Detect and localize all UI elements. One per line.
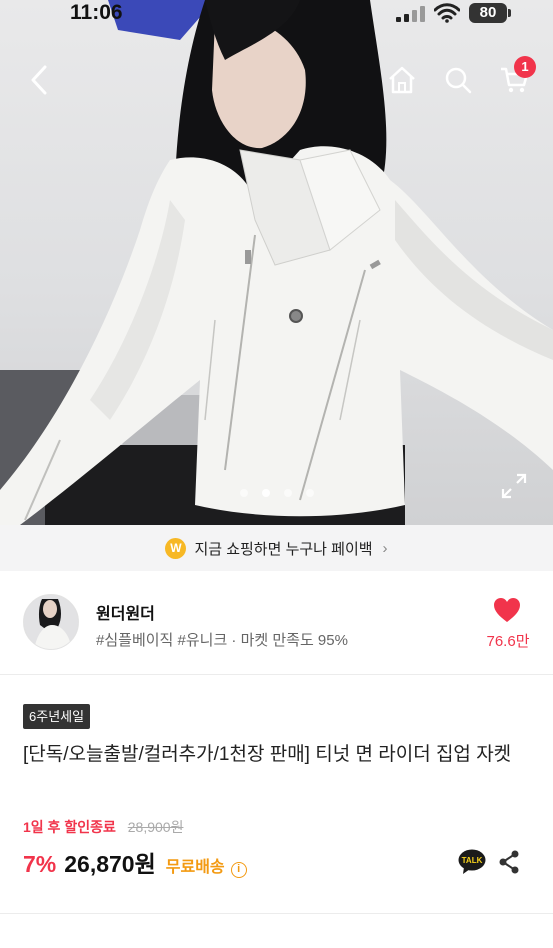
wifi-icon bbox=[434, 3, 460, 23]
section-divider bbox=[0, 913, 553, 914]
seller-avatar-image bbox=[24, 595, 78, 649]
info-icon[interactable]: i bbox=[230, 862, 247, 878]
search-icon bbox=[445, 67, 472, 94]
like-count: 76.6만 bbox=[486, 633, 530, 650]
chevron-right-icon: › bbox=[382, 539, 388, 557]
sale-end-text: 1일 후 할인종료 bbox=[23, 819, 116, 835]
seller-avatar[interactable] bbox=[23, 594, 79, 650]
carousel-dot[interactable] bbox=[283, 489, 292, 497]
seller-name[interactable]: 원더원더 bbox=[96, 600, 155, 624]
carousel-dot[interactable] bbox=[305, 489, 314, 497]
home-icon bbox=[389, 66, 415, 94]
payback-banner-text: 지금 쇼핑하면 누구나 페이백 bbox=[194, 540, 373, 558]
seller-tags: #심플베이직 #유니크 · 마켓 만족도 95% bbox=[96, 632, 348, 649]
payback-banner[interactable]: W 지금 쇼핑하면 누구나 페이백 › bbox=[0, 525, 553, 571]
carousel-dot-active[interactable] bbox=[261, 489, 270, 497]
carousel-indicator bbox=[0, 489, 553, 497]
sale-badge: 6주년세일 bbox=[23, 704, 91, 729]
product-image[interactable]: 11:06 80 1 bbox=[0, 0, 553, 525]
discount-percent: 7% bbox=[23, 851, 57, 877]
sale-price: 26,870원 bbox=[64, 851, 156, 877]
status-bar: 11:06 80 bbox=[0, 0, 553, 28]
kakao-talk-label: TALK bbox=[462, 856, 483, 865]
battery-cap bbox=[508, 9, 511, 17]
battery-indicator: 80 bbox=[469, 3, 507, 23]
heart-icon[interactable] bbox=[493, 597, 521, 623]
home-button[interactable] bbox=[382, 60, 422, 100]
product-title: [단독/오늘출발/컬러추가/1천장 판매] 티넛 면 라이더 집업 자켓 bbox=[23, 744, 512, 765]
kakao-talk-icon[interactable]: TALK bbox=[458, 849, 486, 875]
seller-row[interactable]: 원더원더 #심플베이직 #유니크 · 마켓 만족도 95% 76.6만 bbox=[0, 571, 553, 675]
share-icon[interactable] bbox=[496, 849, 522, 875]
discount-info: 1일 후 할인종료 28,900원 bbox=[23, 817, 183, 837]
coin-icon: W bbox=[165, 537, 187, 559]
fullscreen-icon[interactable] bbox=[500, 472, 528, 500]
cart-count-badge: 1 bbox=[514, 56, 536, 78]
back-button[interactable] bbox=[22, 60, 56, 100]
price-row: 7% 26,870원 무료배송 i bbox=[23, 845, 247, 879]
carousel-dot[interactable] bbox=[239, 489, 248, 497]
chevron-left-icon bbox=[31, 65, 47, 95]
free-shipping-label: 무료배송 bbox=[165, 859, 225, 876]
search-button[interactable] bbox=[438, 60, 478, 100]
signal-icon bbox=[396, 6, 425, 22]
status-time: 11:06 bbox=[70, 1, 123, 24]
original-price: 28,900원 bbox=[127, 819, 184, 835]
